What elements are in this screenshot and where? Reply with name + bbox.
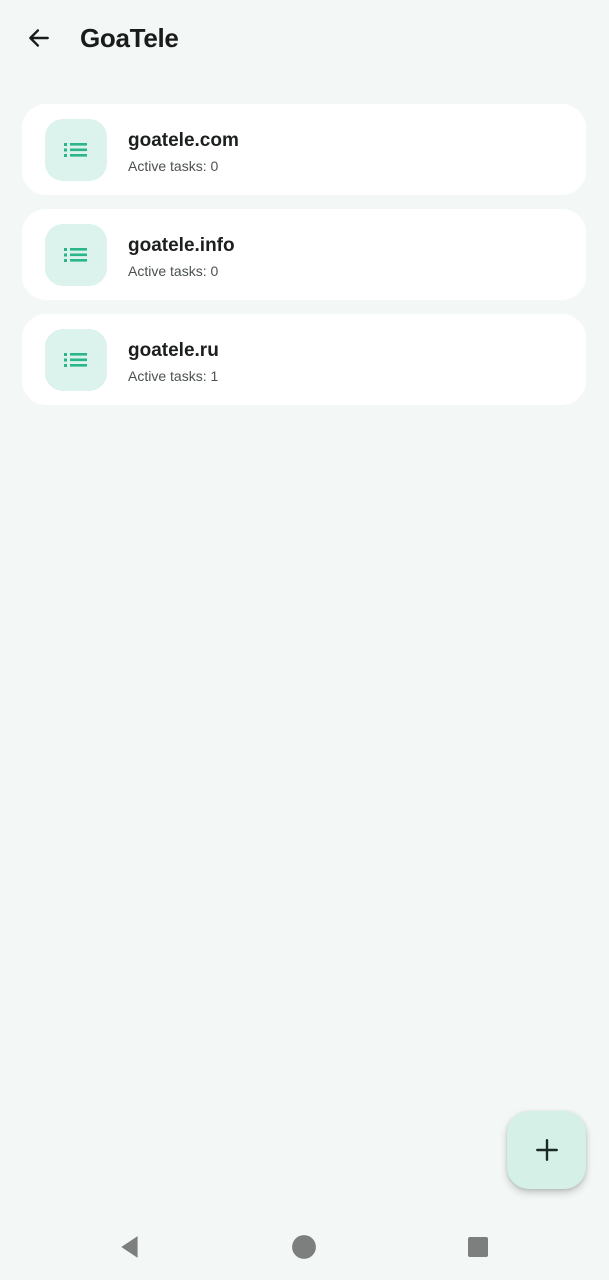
nav-back-button[interactable] xyxy=(113,1230,147,1264)
nav-home-button[interactable] xyxy=(287,1230,321,1264)
nav-back-icon xyxy=(121,1236,138,1258)
list-item-goatele-info[interactable]: goatele.info Active tasks: 0 xyxy=(22,209,586,300)
top-app-bar: GoaTele xyxy=(0,0,609,76)
plus-icon xyxy=(535,1139,558,1161)
domain-list: goatele.com Active tasks: 0 goatele.info… xyxy=(22,104,586,419)
list-icon xyxy=(45,329,107,391)
item-active-tasks: Active tasks: 0 xyxy=(128,263,219,279)
system-navigation-bar xyxy=(0,1212,609,1280)
nav-recents-icon xyxy=(468,1237,488,1257)
arrow-back-icon xyxy=(29,29,49,47)
list-item-goatele-com[interactable]: goatele.com Active tasks: 0 xyxy=(22,104,586,195)
add-button[interactable] xyxy=(507,1111,586,1189)
item-active-tasks: Active tasks: 0 xyxy=(128,158,219,174)
item-active-tasks: Active tasks: 1 xyxy=(128,368,219,384)
list-icon xyxy=(45,224,107,286)
list-icon xyxy=(45,119,107,181)
list-item-goatele-ru[interactable]: goatele.ru Active tasks: 1 xyxy=(22,314,586,405)
page-title: GoaTele xyxy=(80,23,179,53)
item-title: goatele.ru xyxy=(128,340,219,361)
back-button[interactable] xyxy=(20,20,58,56)
item-title: goatele.com xyxy=(128,130,239,151)
nav-home-icon xyxy=(292,1235,316,1259)
item-title: goatele.info xyxy=(128,235,235,256)
nav-recents-button[interactable] xyxy=(461,1230,495,1264)
